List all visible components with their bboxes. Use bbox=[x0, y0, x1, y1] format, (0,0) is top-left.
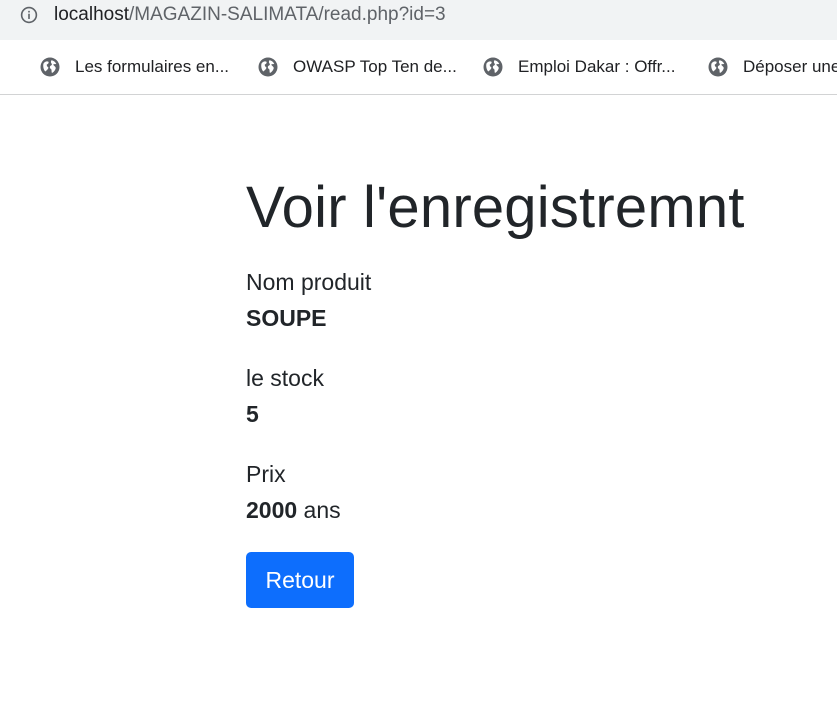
record-view: Voir l'enregistremnt Nom produit SOUPE l… bbox=[246, 170, 745, 608]
field-price: Prix 2000 ans bbox=[246, 460, 341, 524]
bookmark-label: Déposer une bbox=[743, 57, 837, 76]
field-label: le stock bbox=[246, 365, 324, 391]
back-button[interactable]: Retour bbox=[246, 552, 354, 608]
globe-icon bbox=[40, 57, 60, 77]
browser-address-bar: localhost/MAGAZIN-SALIMATA/read.php?id=3 bbox=[0, 0, 837, 40]
field-value-text: 2000 bbox=[246, 497, 298, 523]
bookmark-label: OWASP Top Ten de... bbox=[293, 57, 457, 76]
field-value: SOUPE bbox=[246, 304, 371, 332]
field-value-text: 5 bbox=[246, 401, 259, 427]
bookmark-item[interactable]: Déposer une bbox=[708, 55, 837, 79]
globe-icon bbox=[258, 57, 278, 77]
field-stock: le stock 5 bbox=[246, 364, 324, 428]
url-host: localhost bbox=[54, 4, 129, 25]
field-product-name: Nom produit SOUPE bbox=[246, 268, 371, 332]
field-value-suffix: ans bbox=[297, 497, 341, 523]
url-text[interactable]: localhost/MAGAZIN-SALIMATA/read.php?id=3 bbox=[54, 3, 446, 27]
info-icon[interactable] bbox=[20, 6, 38, 24]
field-label: Nom produit bbox=[246, 269, 372, 295]
page-title: Voir l'enregistremnt bbox=[246, 175, 745, 240]
bookmark-item[interactable]: OWASP Top Ten de... bbox=[258, 55, 457, 79]
bookmark-item[interactable]: Emploi Dakar : Offr... bbox=[483, 55, 675, 79]
bookmark-label: Emploi Dakar : Offr... bbox=[518, 57, 676, 76]
field-label: Prix bbox=[246, 461, 286, 487]
bookmarks-bar: ... Les formulaires en... OWASP Top Ten … bbox=[0, 40, 837, 95]
globe-icon bbox=[483, 57, 503, 77]
url-path: /MAGAZIN-SALIMATA/read.php?id=3 bbox=[129, 4, 446, 25]
field-value: 5 bbox=[246, 400, 324, 428]
bookmark-item[interactable]: Les formulaires en... bbox=[40, 55, 229, 79]
field-value: 2000 ans bbox=[246, 496, 341, 524]
globe-icon bbox=[708, 57, 728, 77]
bookmark-label: Les formulaires en... bbox=[75, 57, 230, 76]
field-value-text: SOUPE bbox=[246, 305, 327, 331]
